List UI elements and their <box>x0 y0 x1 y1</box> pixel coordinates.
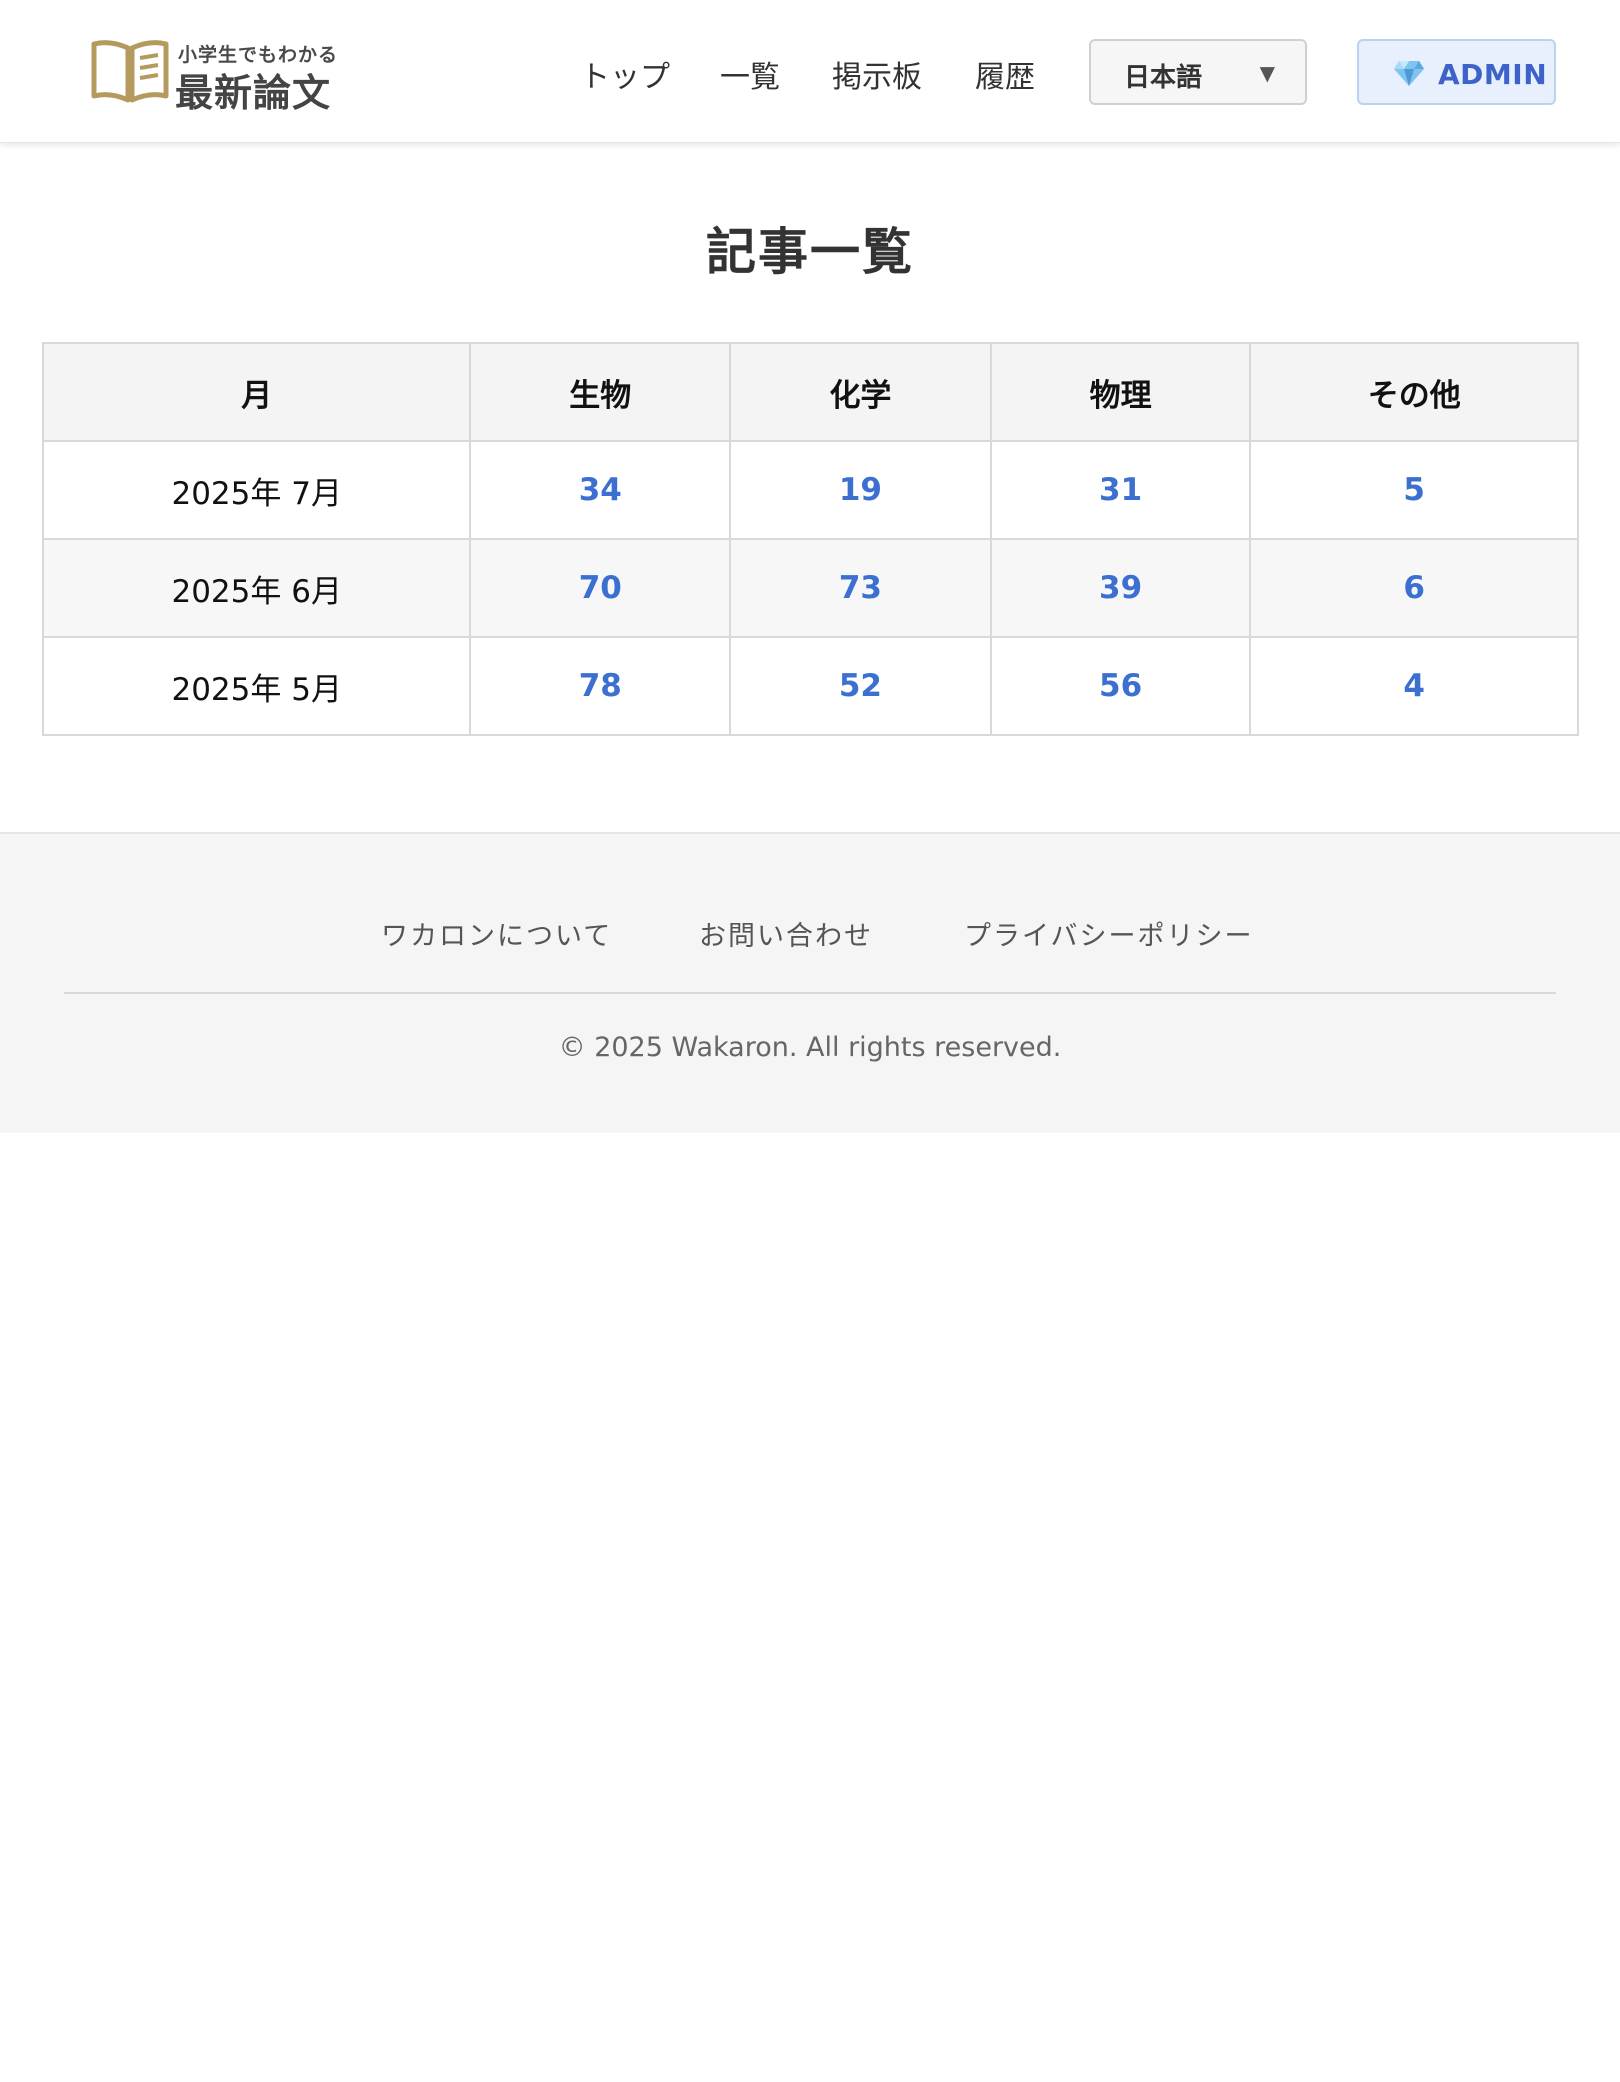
copyright-text: © 2025 Wakaron. All rights reserved. <box>558 1032 1062 1063</box>
nav-item-list[interactable]: 一覧 <box>720 52 780 96</box>
month-cell: 2025年 5月 <box>41 636 472 736</box>
admin-button[interactable]: ADMIN <box>1357 39 1556 105</box>
count-link[interactable]: 70 <box>579 570 622 606</box>
count-link[interactable]: 34 <box>579 472 622 508</box>
count-link[interactable]: 5 <box>1403 472 1425 508</box>
table-cell: 78 <box>469 636 732 736</box>
table-cell: 70 <box>469 538 732 638</box>
count-link[interactable]: 6 <box>1403 570 1425 606</box>
logo-title: 最新論文 <box>175 71 332 115</box>
footer-link-privacy[interactable]: プライバシーポリシー <box>964 914 1253 953</box>
nav-item-history[interactable]: 履歴 <box>975 52 1035 96</box>
nav-item-board[interactable]: 掲示板 <box>832 52 922 96</box>
column-header-chemistry: 化学 <box>729 342 992 442</box>
footer-link-contact[interactable]: お問い合わせ <box>699 914 873 953</box>
count-link[interactable]: 56 <box>1099 668 1142 704</box>
articles-table: 月 生物 化学 物理 その他 2025年 7月 34 19 31 5 2025年… <box>41 342 1579 736</box>
table-cell: 56 <box>989 636 1252 736</box>
table-cell: 31 <box>989 440 1252 540</box>
month-cell: 2025年 6月 <box>41 538 472 638</box>
count-link[interactable]: 52 <box>839 668 882 704</box>
site-footer: ワカロンについて お問い合わせ プライバシーポリシー © 2025 Wakaro… <box>0 832 1620 1133</box>
footer-link-about[interactable]: ワカロンについて <box>381 914 612 953</box>
table-cell: 52 <box>729 636 992 736</box>
column-header-biology: 生物 <box>469 342 732 442</box>
open-book-icon <box>91 40 169 103</box>
admin-button-label: ADMIN <box>1438 58 1548 91</box>
language-select-value: 日本語 <box>1124 63 1203 93</box>
table-cell: 6 <box>1249 538 1579 638</box>
count-link[interactable]: 19 <box>839 472 882 508</box>
table-cell: 73 <box>729 538 992 638</box>
language-select[interactable]: 日本語 ▼ <box>1089 39 1307 105</box>
count-link[interactable]: 39 <box>1099 570 1142 606</box>
page-title: 記事一覧 <box>706 223 914 281</box>
count-link[interactable]: 4 <box>1403 668 1425 704</box>
gem-icon <box>1394 61 1424 86</box>
column-header-physics: 物理 <box>989 342 1252 442</box>
table-cell: 5 <box>1249 440 1579 540</box>
footer-divider <box>64 992 1556 994</box>
month-cell: 2025年 7月 <box>41 440 472 540</box>
count-link[interactable]: 73 <box>839 570 882 606</box>
table-row: 2025年 5月 78 52 56 4 <box>41 636 1579 736</box>
column-header-month: 月 <box>41 342 472 442</box>
count-link[interactable]: 31 <box>1099 472 1142 508</box>
table-cell: 34 <box>469 440 732 540</box>
nav-item-top[interactable]: トップ <box>580 52 670 96</box>
table-row: 2025年 7月 34 19 31 5 <box>41 440 1579 540</box>
site-logo[interactable]: 小学生でもわかる 最新論文 <box>90 36 350 115</box>
table-cell: 19 <box>729 440 992 540</box>
site-header: 小学生でもわかる 最新論文 トップ 一覧 掲示板 履歴 日本語 ▼ ADMIN <box>0 0 1620 143</box>
column-header-other: その他 <box>1249 342 1579 442</box>
table-cell: 39 <box>989 538 1252 638</box>
count-link[interactable]: 78 <box>579 668 622 704</box>
table-row: 2025年 6月 70 73 39 6 <box>41 538 1579 638</box>
chevron-down-icon: ▼ <box>1259 61 1275 85</box>
table-header-row: 月 生物 化学 物理 その他 <box>41 342 1579 442</box>
table-cell: 4 <box>1249 636 1579 736</box>
